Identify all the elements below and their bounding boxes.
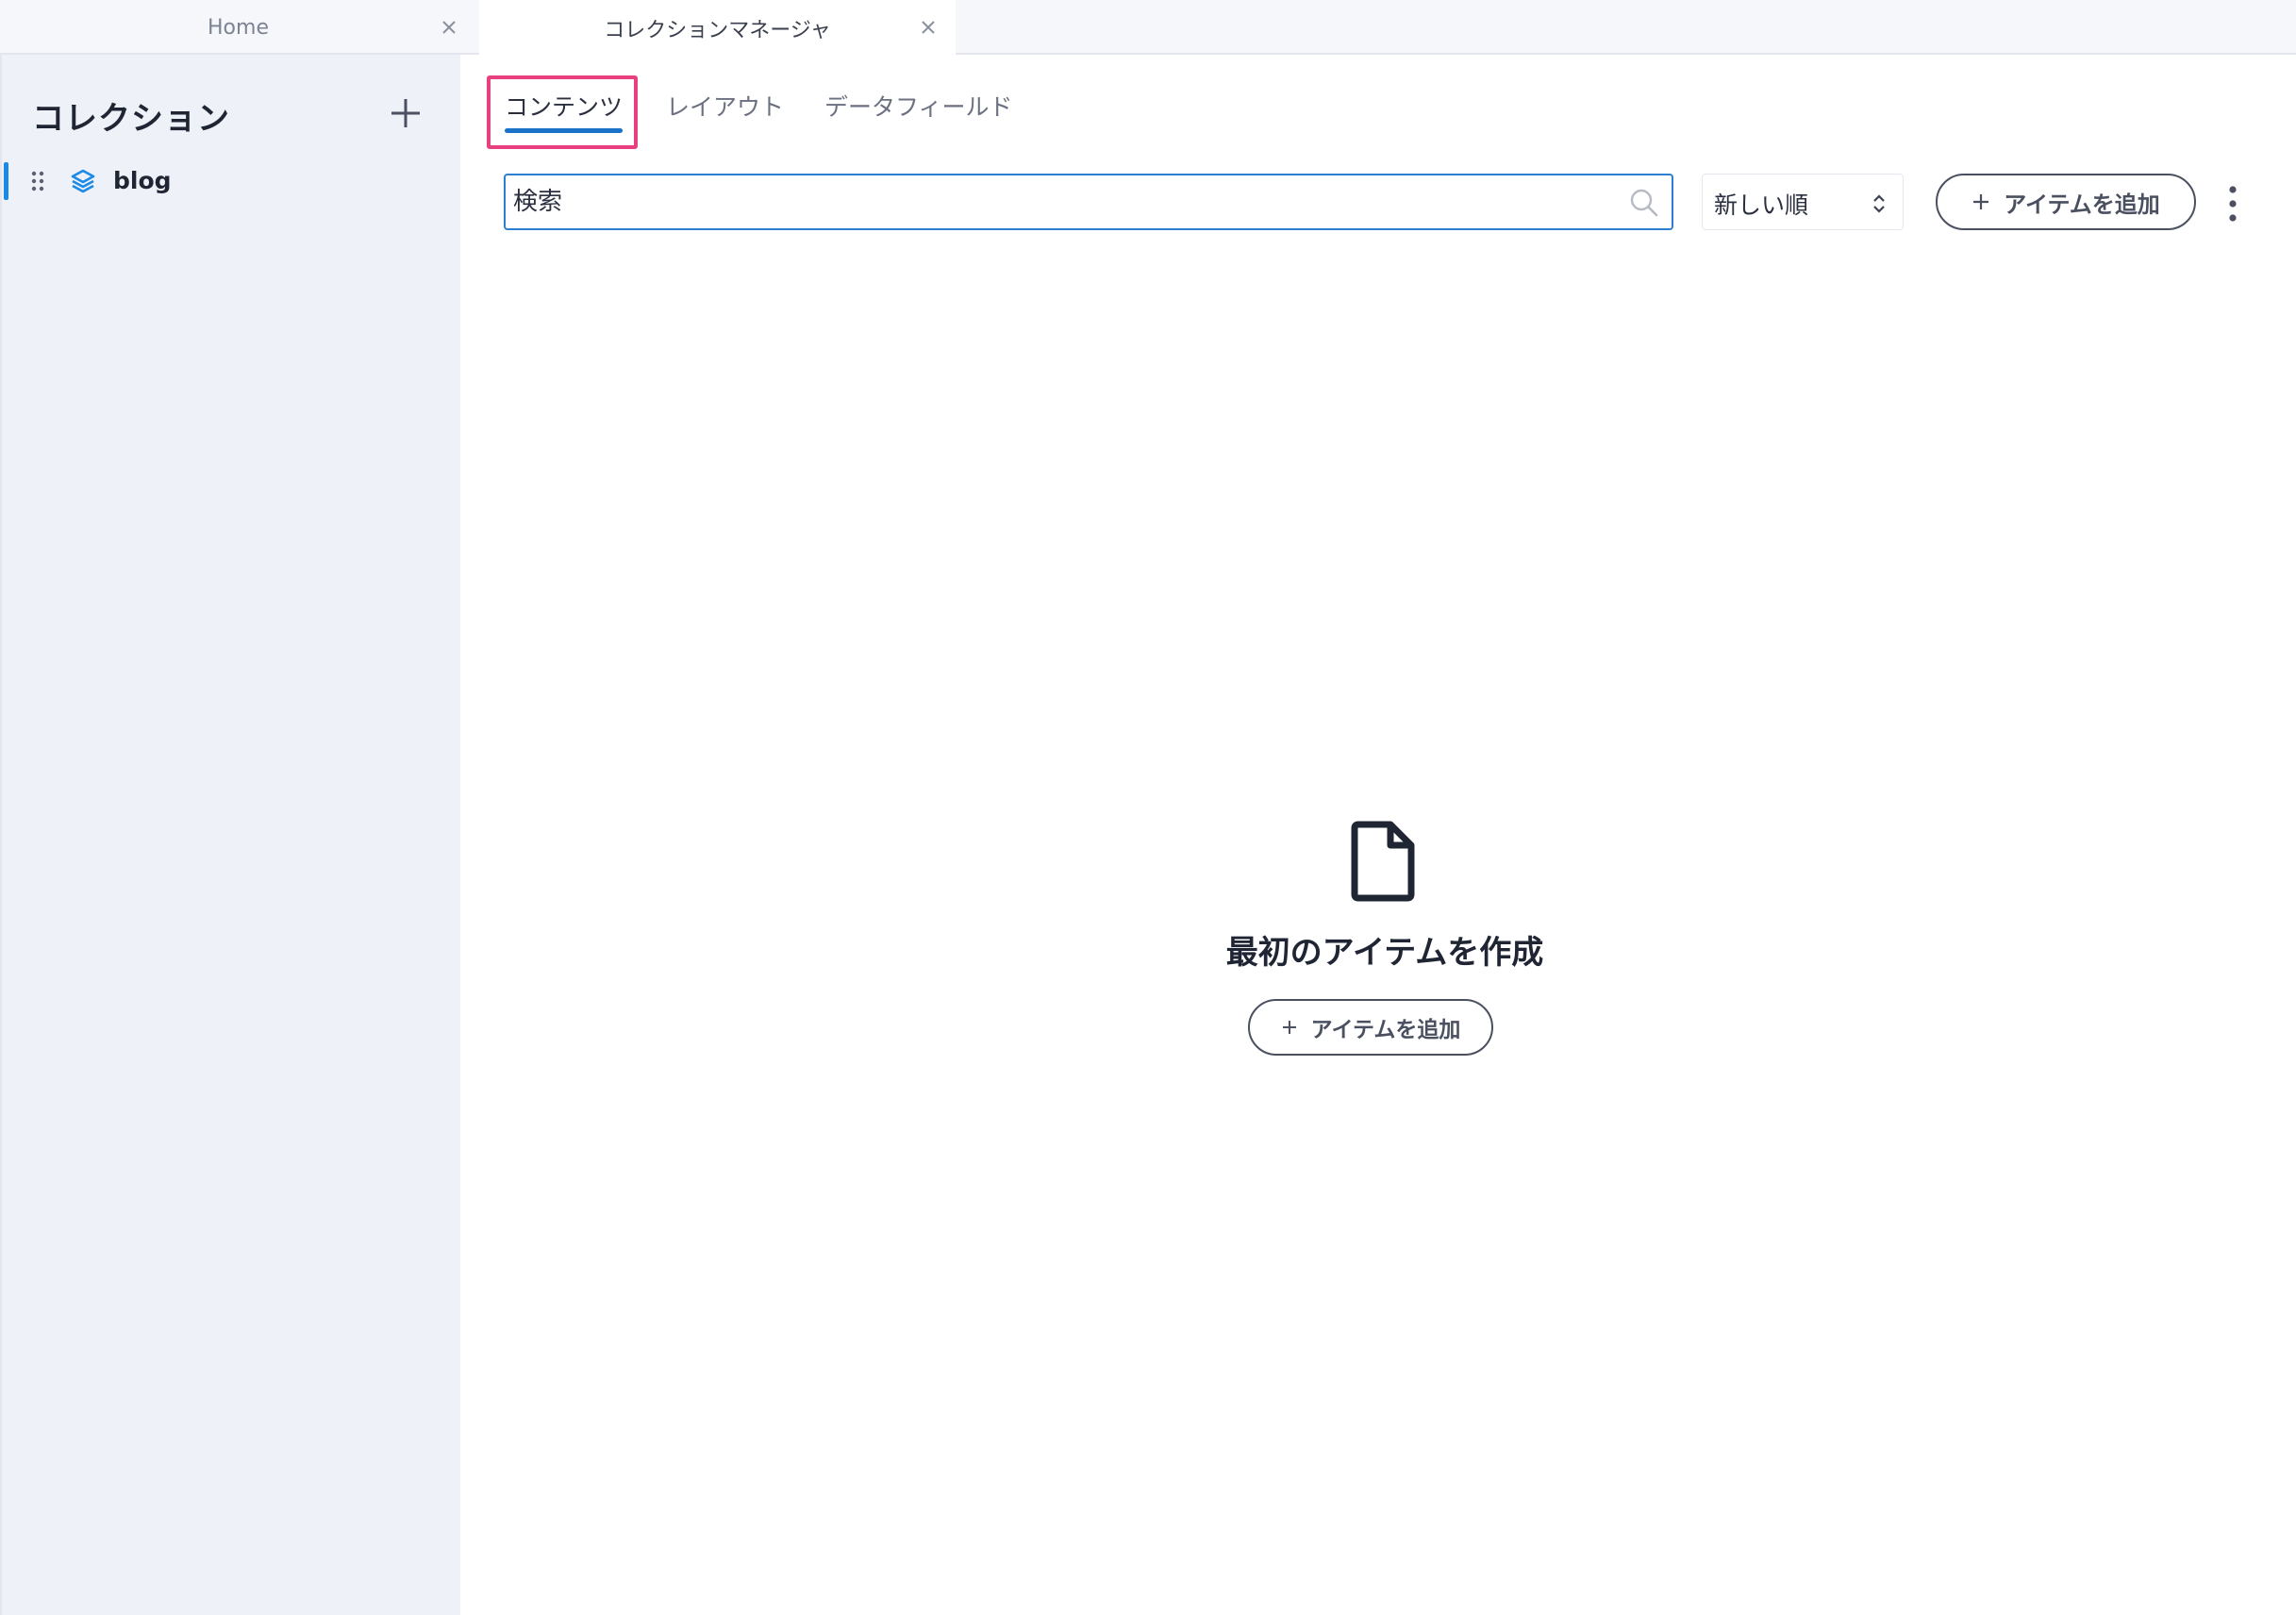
- tab-contents[interactable]: コンテンツ: [505, 89, 624, 134]
- tab-label: データフィールド: [824, 93, 1013, 121]
- window-tab-home[interactable]: Home: [0, 0, 476, 55]
- window-tab-label: コレクションマネージャ: [604, 19, 831, 42]
- sidebar-title: コレクション: [32, 100, 230, 138]
- close-icon[interactable]: [918, 17, 939, 38]
- sort-select[interactable]: 新しい順: [1702, 174, 1904, 230]
- sort-value: 新しい順: [1714, 191, 1809, 219]
- active-indicator: [4, 162, 8, 200]
- search-box: [504, 174, 1673, 230]
- empty-state-button-label: アイテムを追加: [1310, 1018, 1461, 1042]
- active-tab-underline: [505, 128, 624, 133]
- add-item-label: アイテムを追加: [2004, 191, 2160, 218]
- layers-icon: [71, 169, 95, 193]
- sort-chevron-icon: [1873, 194, 1885, 213]
- tab-data-fields[interactable]: データフィールド: [824, 89, 1013, 134]
- window-tab-bar: Home コレクションマネージャ: [0, 0, 2296, 57]
- sidebar-item-blog[interactable]: blog: [2, 158, 462, 204]
- main-panel: コンテンツ レイアウト データフィールド 新しい順: [460, 55, 2296, 1615]
- search-input[interactable]: [513, 181, 1607, 223]
- app-window: Home コレクションマネージャ コレクション blog コンテンツ レイアウト…: [0, 0, 2296, 1615]
- search-icon[interactable]: [1628, 187, 1660, 219]
- drag-handle-icon[interactable]: [30, 171, 45, 191]
- sidebar-item-label: blog: [113, 167, 172, 194]
- close-icon[interactable]: [439, 17, 459, 38]
- plus-icon: [1973, 194, 1989, 209]
- tab-label: コンテンツ: [505, 93, 624, 121]
- window-tab-label: Home: [208, 15, 269, 40]
- empty-state-add-item-button[interactable]: アイテムを追加: [1248, 999, 1493, 1056]
- more-vertical-icon[interactable]: [2226, 185, 2239, 223]
- plus-icon: [1282, 1021, 1296, 1034]
- tab-label: レイアウト: [666, 93, 785, 121]
- add-item-button[interactable]: アイテムを追加: [1936, 174, 2196, 230]
- window-tab-collection-manager[interactable]: コレクションマネージャ: [479, 0, 956, 57]
- collections-sidebar: コレクション blog: [0, 55, 460, 1615]
- document-icon: [1351, 821, 1415, 902]
- tab-layout[interactable]: レイアウト: [666, 89, 784, 134]
- empty-state-title: 最初のアイテムを作成: [1225, 934, 1544, 972]
- add-collection-plus-icon[interactable]: [387, 94, 424, 132]
